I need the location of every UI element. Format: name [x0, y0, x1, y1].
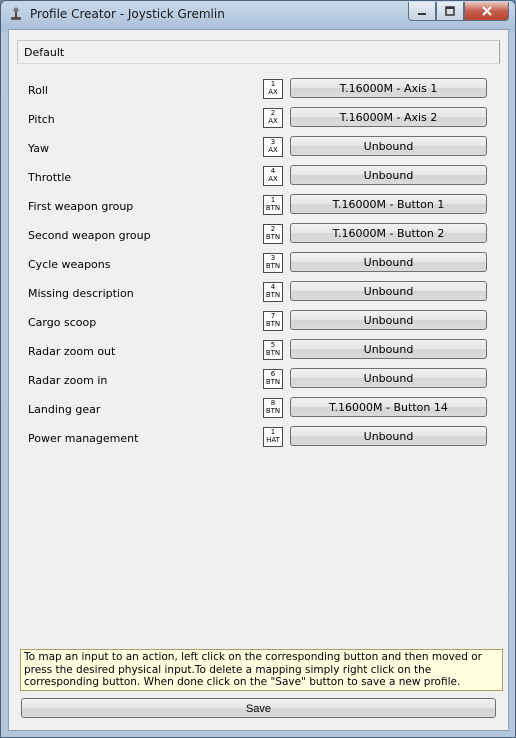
action-label: First weapon group [28, 200, 134, 213]
input-type: AX [268, 146, 278, 154]
profile-name: Default [24, 46, 65, 59]
input-number: 2 [270, 225, 276, 233]
input-type: AX [268, 175, 278, 183]
binding-button[interactable]: Unbound [290, 136, 487, 156]
action-row: Power management 1 HAT Unbound [9, 426, 508, 455]
profile-selector[interactable]: Default [17, 40, 500, 64]
input-number: 3 [270, 254, 276, 262]
binding-button[interactable]: Unbound [290, 426, 487, 446]
title-bar[interactable]: Profile Creator - Joystick Gremlin [1, 1, 515, 27]
action-row: Roll 1 AX T.16000M - Axis 1 [9, 78, 508, 107]
action-row: First weapon group 1 BTN T.16000M - Butt… [9, 194, 508, 223]
binding-button[interactable]: Unbound [290, 165, 487, 185]
binding-button[interactable]: T.16000M - Button 14 [290, 397, 487, 417]
input-type: BTN [265, 291, 281, 299]
input-number: 3 [270, 138, 276, 146]
action-label: Radar zoom out [28, 345, 116, 358]
action-row: Second weapon group 2 BTN T.16000M - But… [9, 223, 508, 252]
input-type: BTN [265, 320, 281, 328]
input-type-badge: 7 BTN [263, 311, 283, 331]
action-label: Yaw [28, 142, 49, 155]
joystick-icon [11, 7, 21, 20]
input-number: 7 [270, 312, 276, 320]
input-type-badge: 3 AX [263, 137, 283, 157]
action-row: Landing gear 8 BTN T.16000M - Button 14 [9, 397, 508, 426]
action-label: Cargo scoop [28, 316, 97, 329]
help-text: To map an input to an action, left click… [20, 649, 503, 691]
action-row: Pitch 2 AX T.16000M - Axis 2 [9, 107, 508, 136]
action-row: Missing description 4 BTN Unbound [9, 281, 508, 310]
input-type-badge: 8 BTN [263, 398, 283, 418]
input-type-badge: 2 BTN [263, 224, 283, 244]
input-type: BTN [265, 349, 281, 357]
input-type-badge: 6 BTN [263, 369, 283, 389]
action-label: Missing description [28, 287, 134, 300]
client-area: Default Roll 1 AX T.16000M - Axis 1 Pitc… [8, 29, 509, 731]
input-type: AX [268, 117, 278, 125]
action-row: Cycle weapons 3 BTN Unbound [9, 252, 508, 281]
binding-button[interactable]: T.16000M - Axis 2 [290, 107, 487, 127]
input-type-badge: 2 AX [263, 108, 283, 128]
binding-button[interactable]: T.16000M - Button 2 [290, 223, 487, 243]
input-type: BTN [265, 204, 281, 212]
input-type: BTN [265, 262, 281, 270]
action-label: Roll [28, 84, 48, 97]
close-icon [481, 6, 492, 16]
close-button[interactable] [464, 2, 509, 21]
input-number: 2 [270, 109, 276, 117]
input-type-badge: 5 BTN [263, 340, 283, 360]
input-type-badge: 1 HAT [263, 427, 283, 447]
input-number: 5 [270, 341, 276, 349]
action-label: Power management [28, 432, 139, 445]
window-title: Profile Creator - Joystick Gremlin [30, 7, 225, 21]
action-row: Throttle 4 AX Unbound [9, 165, 508, 194]
binding-button[interactable]: Unbound [290, 310, 487, 330]
action-row: Cargo scoop 7 BTN Unbound [9, 310, 508, 339]
action-label: Pitch [28, 113, 55, 126]
binding-button[interactable]: Unbound [290, 281, 487, 301]
caption-buttons [408, 2, 509, 21]
input-type-badge: 4 AX [263, 166, 283, 186]
input-type: HAT [266, 436, 280, 444]
action-row: Radar zoom out 5 BTN Unbound [9, 339, 508, 368]
input-number: 1 [270, 196, 276, 204]
input-number: 1 [270, 428, 276, 436]
minimize-icon [418, 13, 426, 15]
maximize-icon [445, 6, 455, 16]
input-type: BTN [265, 233, 281, 241]
minimize-button[interactable] [408, 2, 436, 21]
input-type: AX [268, 88, 278, 96]
action-label: Second weapon group [28, 229, 151, 242]
input-number: 6 [270, 370, 276, 378]
action-label: Landing gear [28, 403, 101, 416]
profile-creator-window: Profile Creator - Joystick Gremlin Defau… [0, 0, 516, 738]
input-type-badge: 1 BTN [263, 195, 283, 215]
input-type: BTN [265, 407, 281, 415]
save-button[interactable]: Save [21, 698, 496, 718]
maximize-button[interactable] [436, 2, 464, 21]
binding-button[interactable]: Unbound [290, 252, 487, 272]
action-row: Yaw 3 AX Unbound [9, 136, 508, 165]
binding-button[interactable]: T.16000M - Axis 1 [290, 78, 487, 98]
binding-button[interactable]: Unbound [290, 339, 487, 359]
action-label: Cycle weapons [28, 258, 111, 271]
binding-button[interactable]: Unbound [290, 368, 487, 388]
action-list: Roll 1 AX T.16000M - Axis 1 Pitch 2 AX T… [9, 78, 508, 455]
input-number: 1 [270, 80, 276, 88]
input-number: 8 [270, 399, 276, 407]
input-type-badge: 3 BTN [263, 253, 283, 273]
input-number: 4 [270, 167, 276, 175]
input-type-badge: 4 BTN [263, 282, 283, 302]
binding-button[interactable]: T.16000M - Button 1 [290, 194, 487, 214]
action-label: Radar zoom in [28, 374, 108, 387]
action-label: Throttle [28, 171, 72, 184]
input-type: BTN [265, 378, 281, 386]
input-type-badge: 1 AX [263, 79, 283, 99]
action-row: Radar zoom in 6 BTN Unbound [9, 368, 508, 397]
input-number: 4 [270, 283, 276, 291]
